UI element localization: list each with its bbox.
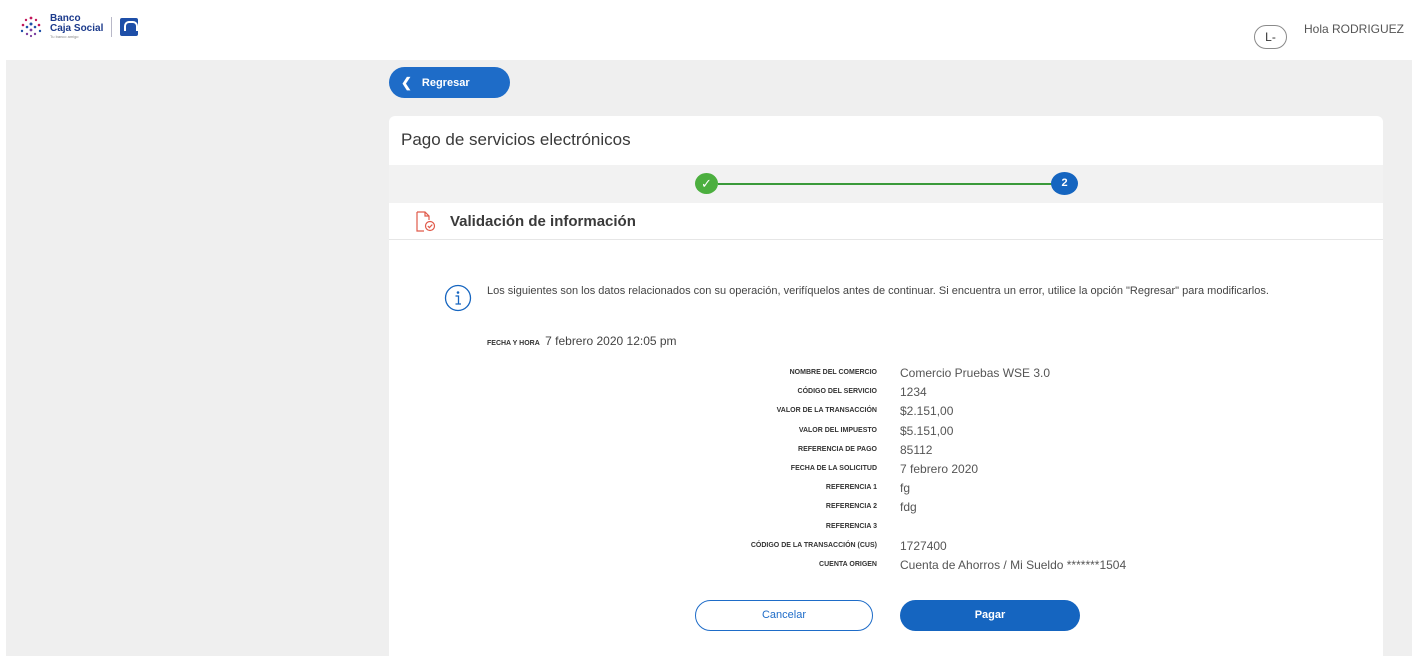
detail-value: 1234 <box>900 385 927 400</box>
detail-value: Cuenta de Ahorros / Mi Sueldo *******150… <box>900 557 1127 572</box>
detail-row: REFERENCIA 3 <box>389 518 1383 537</box>
transaction-datetime: FECHA Y HORA 7 febrero 2020 12:05 pm <box>487 334 677 348</box>
detail-row: VALOR DEL IMPUESTO $5.151,00 <box>389 422 1383 441</box>
detail-row: FECHA DE LA SOLICITUD 7 febrero 2020 <box>389 460 1383 479</box>
check-icon: ✓ <box>695 173 718 194</box>
datetime-label: FECHA Y HORA <box>487 340 540 347</box>
logo-divider <box>111 17 113 37</box>
user-greeting: Hola RODRIGUEZ <box>1304 22 1405 36</box>
datetime-value: 7 febrero 2020 12:05 pm <box>545 334 677 348</box>
back-button-label: Regresar <box>421 76 470 89</box>
detail-label: REFERENCIA 2 <box>825 503 877 511</box>
info-message: Los siguientes son los datos relacionado… <box>487 285 1269 297</box>
bank-logo-mark-icon <box>20 16 42 38</box>
detail-value: $5.151,00 <box>900 423 954 438</box>
detail-row: REFERENCIA DE PAGO 85112 <box>389 441 1383 460</box>
chevron-left-icon: ❮ <box>401 74 412 90</box>
detail-row: REFERENCIA 2 fdg <box>389 498 1383 517</box>
section-title: Validación de información <box>450 213 636 230</box>
detail-value: $2.151,00 <box>900 404 954 419</box>
bank-name: Banco Caja Social Tu banco amigo <box>50 14 103 40</box>
detail-row: CÓDIGO DEL SERVICIO 1234 <box>389 383 1383 402</box>
stepper-line <box>718 183 1058 185</box>
detail-label: REFERENCIA DE PAGO <box>798 445 877 453</box>
progress-stepper: ✓ 2 <box>389 165 1383 203</box>
detail-label: VALOR DE LA TRANSACCIÓN <box>776 407 877 415</box>
detail-row: REFERENCIA 1 fg <box>389 479 1383 498</box>
detail-row: CÓDIGO DE LA TRANSACCIÓN (CUS) 1727400 <box>389 537 1383 556</box>
detail-value: 1727400 <box>900 538 947 553</box>
detail-label: CÓDIGO DE LA TRANSACCIÓN (CUS) <box>750 541 877 549</box>
detail-value: 7 febrero 2020 <box>900 461 979 476</box>
detail-label: REFERENCIA 1 <box>825 484 877 492</box>
detail-row: CUENTA ORIGEN Cuenta de Ahorros / Mi Suel… <box>389 556 1383 575</box>
back-button[interactable]: ❮ Regresar <box>389 67 510 98</box>
detail-value: fg <box>900 481 911 496</box>
pay-button[interactable]: Pagar <box>900 600 1080 631</box>
detail-label: VALOR DEL IMPUESTO <box>798 426 877 434</box>
detail-label: CUENTA ORIGEN <box>819 560 877 568</box>
transaction-details: NOMBRE DEL COMERCIO Comercio Pruebas WSE … <box>389 364 1383 575</box>
detail-value: 85112 <box>900 442 933 457</box>
section-header: Validación de información <box>389 203 1383 240</box>
cancel-button[interactable]: Cancelar <box>695 600 873 631</box>
bank-name-line2: Caja Social <box>50 23 104 34</box>
detail-row: NOMBRE DEL COMERCIO Comercio Pruebas WSE … <box>389 364 1383 383</box>
detail-label: NOMBRE DEL COMERCIO <box>789 369 877 376</box>
detail-value: Comercio Pruebas WSE 3.0 <box>900 366 1051 380</box>
info-icon <box>444 284 472 312</box>
detail-value: fdg <box>900 500 917 515</box>
secondary-brand-icon <box>120 18 139 36</box>
detail-label: REFERENCIA 3 <box>825 522 877 530</box>
payment-card: Pago de servicios electrónicos ✓ 2 Valid… <box>389 116 1383 656</box>
document-check-icon <box>416 211 436 232</box>
top-header: Banco Caja Social Tu banco amigo L- Hola… <box>0 0 1412 60</box>
detail-row: VALOR DE LA TRANSACCIÓN $2.151,00 <box>389 402 1383 421</box>
detail-label: CÓDIGO DEL SERVICIO <box>797 388 877 396</box>
page-title: Pago de servicios electrónicos <box>401 130 631 149</box>
detail-label: FECHA DE LA SOLICITUD <box>790 464 877 472</box>
stepper-current-step: 2 <box>1051 172 1078 195</box>
user-avatar[interactable]: L- <box>1254 25 1287 49</box>
bank-tagline: Tu banco amigo <box>50 34 79 39</box>
bank-logo[interactable]: Banco Caja Social Tu banco amigo <box>18 14 139 40</box>
